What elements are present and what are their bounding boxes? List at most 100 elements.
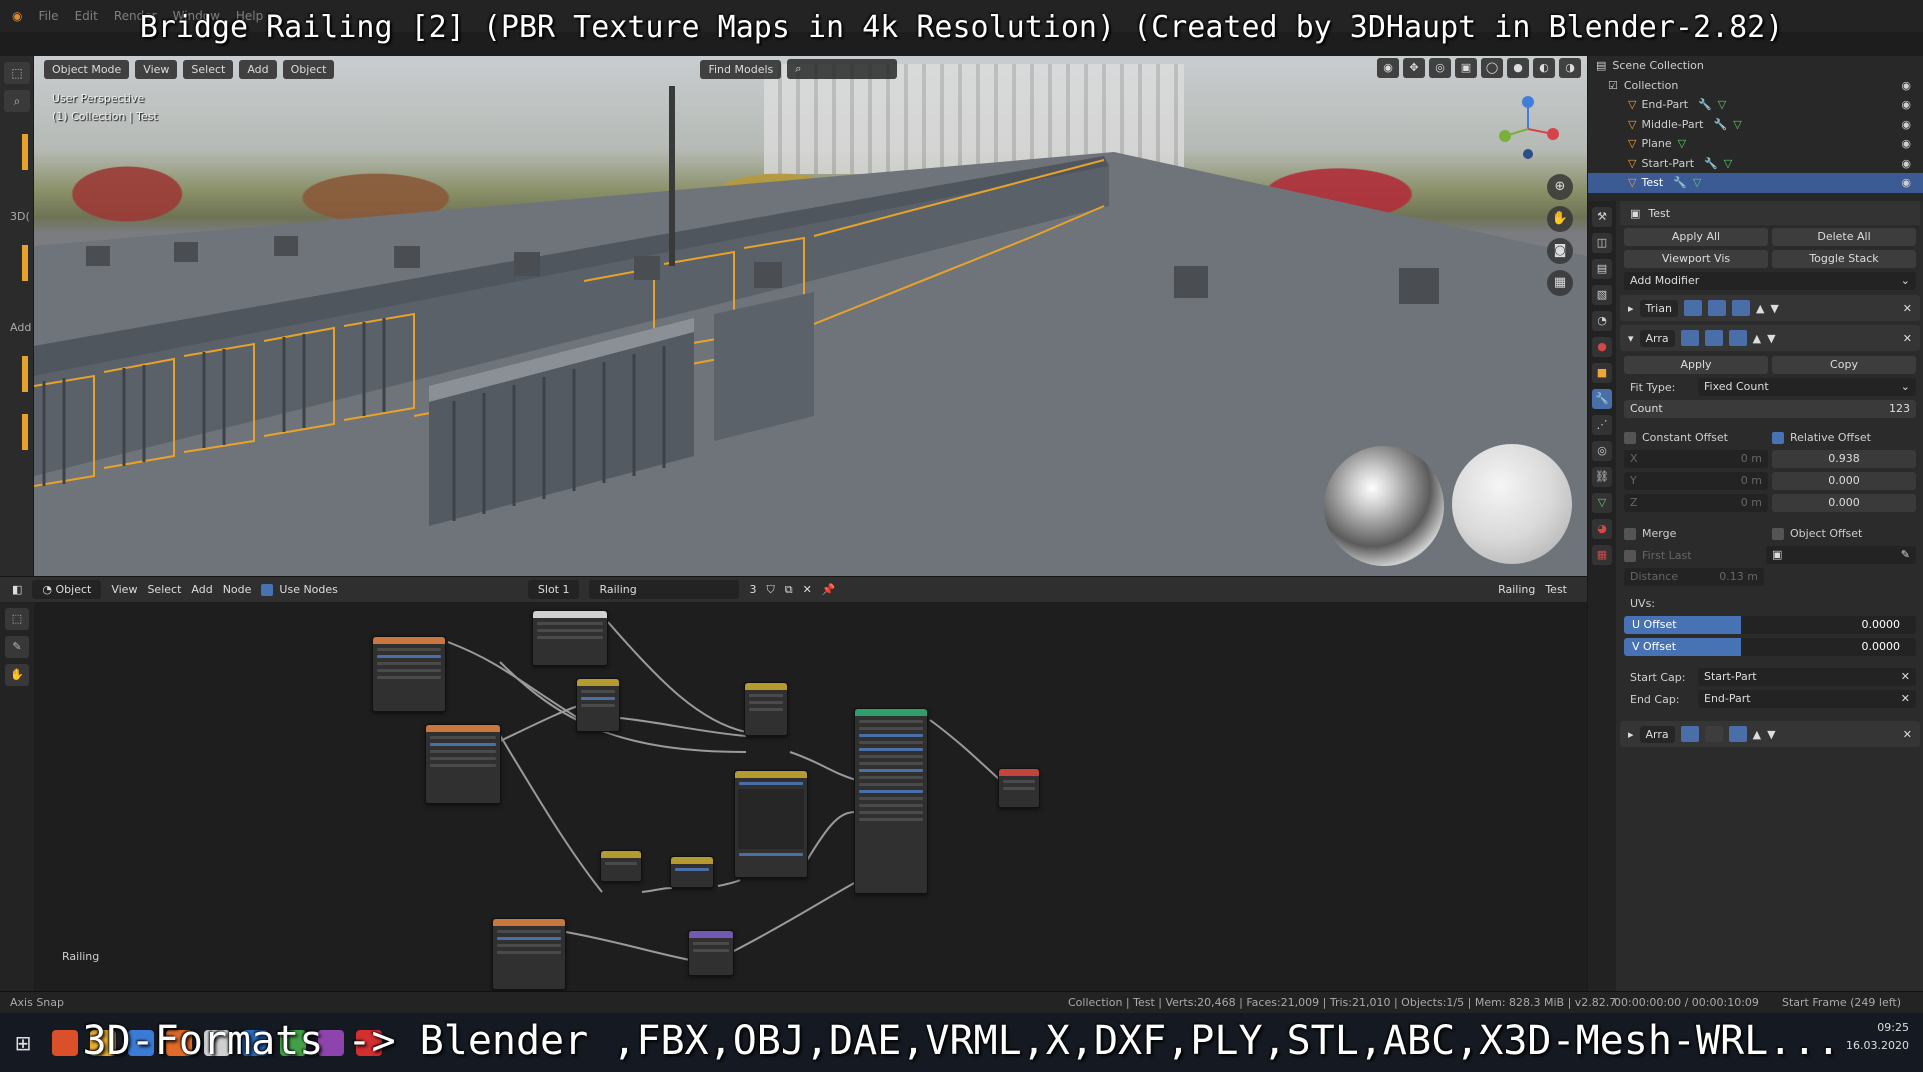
node-menu-view[interactable]: View — [111, 583, 137, 596]
fake-user-icon[interactable]: ⛉ — [766, 583, 774, 597]
rendered-shading-icon[interactable]: ◑ — [1559, 58, 1581, 78]
eyedropper-icon[interactable]: ✎ — [1901, 546, 1910, 564]
zoom-icon[interactable]: ⊕ — [1547, 174, 1573, 200]
close-icon[interactable]: ✕ — [1903, 332, 1912, 345]
modifier-tab-icon[interactable]: 🔧 — [1592, 389, 1612, 409]
outliner-item-test[interactable]: ▽ Test 🔧 ▽ ◉ — [1588, 173, 1923, 193]
viewport-menu-object[interactable]: Object — [282, 59, 335, 79]
render-tab-icon[interactable]: ◫ — [1592, 233, 1612, 253]
display-toggle-icon[interactable] — [1704, 330, 1723, 346]
relative-offset-y[interactable]: 0.000 — [1772, 472, 1916, 490]
object-preview-label[interactable]: Test — [1545, 583, 1567, 596]
output-tab-icon[interactable]: ▤ — [1592, 259, 1612, 279]
close-icon[interactable]: ✕ — [1903, 728, 1912, 741]
world-tab-icon[interactable]: ● — [1592, 337, 1612, 357]
move-down-icon[interactable]: ▼ — [1770, 302, 1778, 315]
mesh-data-tab-icon[interactable]: ▽ — [1592, 493, 1612, 513]
checkbox-icon[interactable] — [1624, 549, 1636, 562]
move-up-icon[interactable]: ▲ — [1753, 728, 1761, 741]
node-menu-add[interactable]: Add — [191, 583, 212, 596]
shader-node-editor[interactable]: ⬚ ✎ ✋ Railing — [0, 602, 1587, 991]
first-last-checkbox[interactable]: First Last — [1624, 549, 1762, 562]
editmode-toggle-icon[interactable] — [1728, 330, 1747, 346]
relative-offset-checkbox[interactable]: Relative Offset — [1772, 431, 1916, 444]
mix-node[interactable] — [576, 678, 620, 732]
constant-offset-y[interactable]: Y 0 m — [1624, 472, 1768, 490]
wireframe-shading-icon[interactable]: ◯ — [1481, 58, 1503, 78]
image-texture-node[interactable] — [492, 918, 566, 990]
constraints-tab-icon[interactable]: ⛓ — [1592, 467, 1612, 487]
checkbox-checked-icon[interactable] — [1772, 431, 1784, 444]
eye-icon[interactable]: ◉ — [1901, 79, 1911, 92]
viewport-vis-button[interactable]: Viewport Vis — [1624, 250, 1768, 268]
modifier-triangulate[interactable]: ▸ Trian ▲ ▼ ✕ — [1620, 295, 1920, 321]
camera-toggle-icon[interactable] — [1680, 330, 1699, 346]
viewport-menu-view[interactable]: View — [135, 59, 178, 79]
outliner-collection[interactable]: ☑ Collection ◉ — [1588, 76, 1923, 96]
3d-viewport[interactable]: Object Mode View Select Add Object Find … — [34, 56, 1587, 576]
menu-window[interactable]: Window — [173, 9, 220, 23]
outliner-scene-collection[interactable]: ▤ Scene Collection — [1588, 56, 1923, 76]
use-nodes-checkbox[interactable]: Use Nodes — [261, 583, 338, 596]
principled-bsdf-node[interactable] — [854, 708, 928, 894]
math-node[interactable] — [600, 850, 642, 882]
u-offset-slider[interactable]: U Offset 0.0000 — [1624, 616, 1916, 634]
image-texture-node[interactable] — [425, 724, 501, 804]
shader-type-dropdown[interactable]: ◔ Object — [32, 580, 102, 599]
camera-icon[interactable]: ◙ — [1547, 238, 1573, 264]
checkbox-icon[interactable]: ☑ — [1608, 79, 1618, 92]
modifier-array-2[interactable]: ▸ Arra ▲ ▼ ✕ — [1620, 721, 1920, 747]
close-icon[interactable]: ✕ — [1901, 668, 1910, 686]
object-mode-dropdown[interactable]: Object Mode — [44, 59, 130, 79]
close-icon[interactable]: ✕ — [1901, 690, 1910, 708]
material-shading-icon[interactable]: ◐ — [1533, 58, 1555, 78]
object-tab-icon[interactable]: ■ — [1592, 363, 1612, 383]
grid-view-icon[interactable]: ▦ — [1547, 270, 1573, 296]
modifier-name[interactable]: Trian — [1639, 299, 1678, 317]
menu-edit[interactable]: Edit — [75, 9, 98, 23]
camera-toggle-icon[interactable] — [1683, 300, 1702, 316]
merge-checkbox[interactable]: Merge — [1624, 527, 1768, 540]
pin-icon[interactable]: 📌 — [822, 583, 836, 596]
offset-object-field[interactable]: ▣ ✎ — [1766, 546, 1916, 564]
modifier-name[interactable]: Arra — [1639, 329, 1675, 347]
close-icon[interactable]: ✕ — [803, 583, 812, 596]
mix-node[interactable] — [744, 682, 788, 736]
relative-offset-x[interactable]: 0.938 — [1772, 450, 1916, 468]
visibility-icon[interactable]: ◉ — [1377, 58, 1399, 78]
app-icon[interactable] — [166, 1029, 192, 1056]
viewport-menu-select[interactable]: Select — [183, 59, 234, 79]
select-tool-icon[interactable]: ⬚ — [4, 62, 30, 84]
checkbox-checked-icon[interactable] — [261, 584, 274, 596]
display-toggle-icon[interactable] — [1707, 300, 1726, 316]
pan-hand-icon[interactable]: ✋ — [1547, 206, 1573, 232]
v-offset-slider[interactable]: V Offset 0.0000 — [1624, 638, 1916, 656]
editmode-toggle-icon[interactable] — [1731, 300, 1750, 316]
solid-shading-icon[interactable]: ● — [1507, 58, 1529, 78]
modifier-name[interactable]: Arra — [1639, 725, 1675, 743]
expand-arrow-icon[interactable]: ▸ — [1628, 302, 1634, 315]
viewport-menu-add[interactable]: Add — [239, 59, 277, 79]
material-tab-icon[interactable]: ◕ — [1592, 519, 1612, 539]
outliner-item-middle-part[interactable]: ▽ Middle-Part 🔧 ▽ ◉ — [1588, 115, 1923, 135]
menu-file[interactable]: File — [38, 9, 58, 23]
outliner-item-end-part[interactable]: ▽ End-Part 🔧 ▽ ◉ — [1588, 95, 1923, 115]
material-name-field[interactable]: Railing — [589, 580, 740, 599]
checkbox-icon[interactable] — [1624, 527, 1636, 540]
apply-button[interactable]: Apply — [1624, 356, 1768, 374]
constant-offset-x[interactable]: X 0 m — [1624, 450, 1768, 468]
app-icon[interactable] — [356, 1029, 382, 1056]
modifier-array[interactable]: ▾ Arra ▲ ▼ ✕ — [1620, 325, 1920, 351]
camera-toggle-icon[interactable] — [1680, 726, 1699, 742]
eye-icon[interactable]: ◉ — [1901, 176, 1911, 189]
app-icon[interactable] — [204, 1029, 230, 1056]
relative-offset-z[interactable]: 0.000 — [1772, 494, 1916, 512]
image-texture-node[interactable] — [532, 610, 608, 666]
constant-offset-z[interactable]: Z 0 m — [1624, 494, 1768, 512]
move-down-icon[interactable]: ▼ — [1767, 332, 1775, 345]
app-icon[interactable] — [318, 1029, 344, 1056]
fit-type-dropdown[interactable]: Fixed Count ⌄ — [1698, 378, 1916, 396]
math-node[interactable] — [670, 856, 714, 888]
app-icon[interactable] — [52, 1029, 78, 1056]
texture-tab-icon[interactable]: ▦ — [1592, 545, 1612, 565]
